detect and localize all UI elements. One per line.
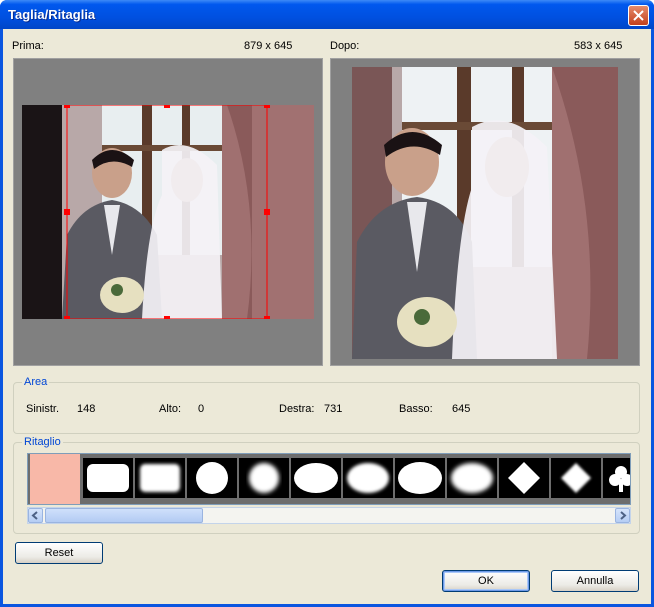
bottom-value: 645 bbox=[452, 403, 471, 415]
after-preview bbox=[330, 58, 640, 366]
crop-shape-diamond[interactable] bbox=[499, 458, 549, 498]
chevron-right-icon bbox=[620, 511, 627, 520]
cancel-button[interactable]: Annulla bbox=[551, 570, 639, 592]
crop-shape-strip bbox=[27, 453, 631, 505]
chevron-left-icon bbox=[31, 511, 38, 520]
scroll-left-button[interactable] bbox=[28, 508, 43, 523]
left-value: 148 bbox=[77, 403, 96, 415]
before-photo bbox=[22, 105, 314, 319]
dialog-window: Taglia/Ritaglia Prima: 879 x 645 Dopo: 5… bbox=[0, 0, 654, 607]
area-group: Area Sinistr. 148 Alto: 0 Destra: 731 Ba… bbox=[13, 376, 640, 434]
ok-button[interactable]: OK bbox=[442, 570, 530, 592]
crop-shape-soft-oval[interactable] bbox=[447, 458, 497, 498]
crop-shape-club[interactable] bbox=[603, 458, 630, 498]
scroll-right-button[interactable] bbox=[615, 508, 630, 523]
top-label: Alto: bbox=[159, 403, 182, 415]
crop-shape-soft-rounded-ellipse[interactable] bbox=[395, 458, 445, 498]
dialog-title: Taglia/Ritaglia bbox=[8, 7, 96, 22]
right-label: Destra: bbox=[279, 403, 315, 415]
close-icon bbox=[633, 10, 644, 21]
before-label: Prima: bbox=[12, 40, 44, 52]
close-button[interactable] bbox=[628, 5, 649, 26]
before-preview bbox=[13, 58, 323, 366]
crop-group-title: Ritaglio bbox=[22, 436, 63, 448]
crop-shape-circle[interactable] bbox=[187, 458, 237, 498]
crop-shape-soft-diamond[interactable] bbox=[551, 458, 601, 498]
crop-shape-soft-ellipse[interactable] bbox=[343, 458, 393, 498]
crop-shape-ellipse[interactable] bbox=[291, 458, 341, 498]
crop-shape-scrollbar[interactable] bbox=[27, 507, 631, 524]
after-photo bbox=[352, 67, 618, 359]
dialog-body: Prima: 879 x 645 Dopo: 583 x 645 Area Si… bbox=[3, 29, 651, 604]
crop-shape-soft-rectangle[interactable] bbox=[135, 458, 185, 498]
area-group-title: Area bbox=[22, 376, 50, 388]
after-size: 583 x 645 bbox=[574, 40, 623, 52]
after-label: Dopo: bbox=[330, 40, 360, 52]
before-size: 879 x 645 bbox=[244, 40, 293, 52]
crop-shape-none[interactable] bbox=[30, 454, 80, 504]
crop-shape-soft-circle[interactable] bbox=[239, 458, 289, 498]
crop-shape-rounded-rectangle[interactable] bbox=[83, 458, 133, 498]
bottom-label: Basso: bbox=[399, 403, 433, 415]
reset-button[interactable]: Reset bbox=[15, 542, 103, 564]
scroll-thumb[interactable] bbox=[45, 508, 203, 523]
top-value: 0 bbox=[198, 403, 205, 415]
right-value: 731 bbox=[324, 403, 343, 415]
left-label: Sinistr. bbox=[26, 403, 60, 415]
title-bar[interactable]: Taglia/Ritaglia bbox=[0, 0, 654, 29]
